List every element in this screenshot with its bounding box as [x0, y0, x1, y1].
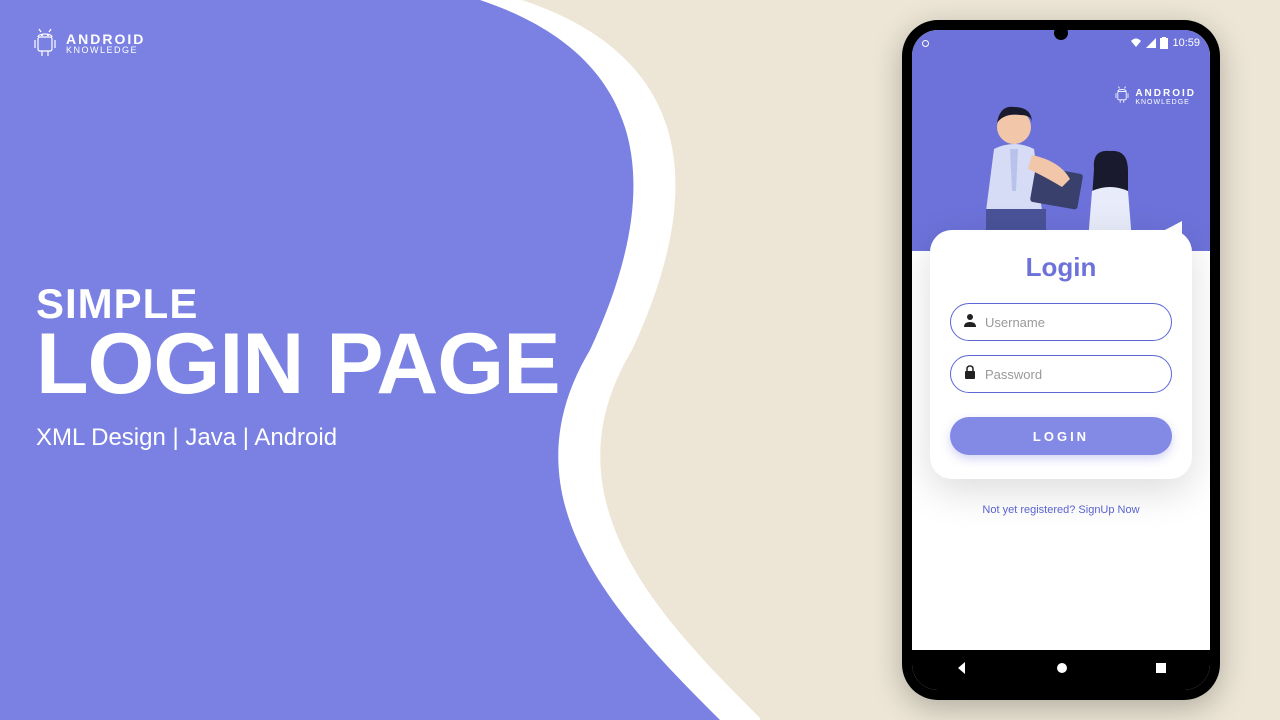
brand-logo: ANDROID KNOWLEDGE [32, 28, 145, 58]
person-icon [963, 313, 977, 332]
back-button[interactable] [955, 661, 969, 680]
password-field[interactable] [950, 355, 1172, 393]
status-time: 10:59 [1172, 37, 1200, 49]
login-card: Login LOGIN [930, 230, 1192, 479]
status-dot-icon [922, 40, 929, 47]
phone-device: 10:59 ANDROID KNOWLEDGE [902, 20, 1220, 700]
username-field[interactable] [950, 303, 1172, 341]
header-illustration: ANDROID KNOWLEDGE [912, 56, 1210, 251]
people-illustration [942, 91, 1182, 251]
hero-title: LOGIN PAGE [36, 324, 560, 406]
login-title: Login [950, 252, 1172, 283]
recent-apps-button[interactable] [1155, 661, 1167, 679]
android-icon [32, 28, 58, 58]
home-button[interactable] [1055, 661, 1069, 680]
hero-text: SIMPLE LOGIN PAGE XML Design | Java | An… [36, 280, 560, 452]
phone-camera-notch [1054, 26, 1068, 40]
battery-icon [1160, 37, 1168, 49]
password-input[interactable] [985, 367, 1159, 382]
login-button[interactable]: LOGIN [950, 417, 1172, 455]
username-input[interactable] [985, 315, 1159, 330]
signal-icon [1146, 38, 1156, 48]
lock-icon [963, 365, 977, 384]
hero-subtitle: XML Design | Java | Android [36, 424, 560, 452]
phone-screen: 10:59 ANDROID KNOWLEDGE [912, 30, 1210, 690]
android-nav-bar [912, 650, 1210, 690]
signup-link[interactable]: Not yet registered? SignUp Now [912, 504, 1210, 516]
brand-tagline: KNOWLEDGE [66, 46, 145, 55]
brand-name: ANDROID [66, 32, 145, 46]
wifi-icon [1130, 38, 1142, 48]
